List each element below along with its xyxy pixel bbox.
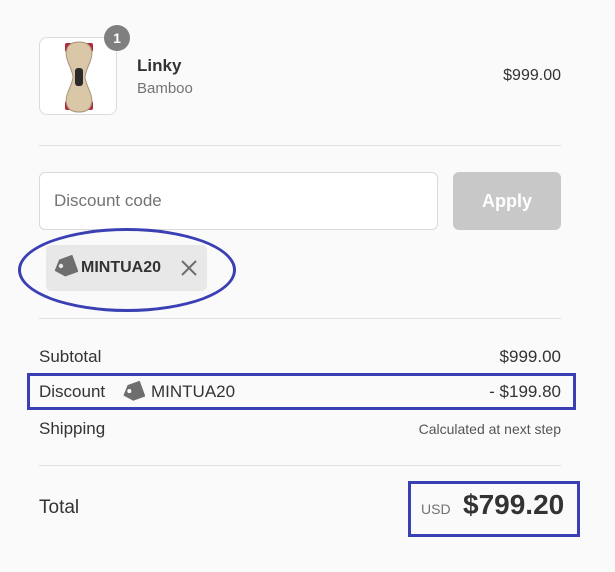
total-label: Total: [39, 497, 80, 518]
apply-button[interactable]: Apply: [453, 172, 561, 230]
product-price: $999.00: [503, 67, 561, 84]
divider: [39, 318, 561, 319]
discount-amount: - $199.80: [489, 382, 561, 401]
shipping-value: Calculated at next step: [418, 421, 561, 437]
subtotal-value: $999.00: [499, 347, 561, 366]
subtotal-label: Subtotal: [39, 347, 102, 366]
divider: [39, 465, 561, 466]
applied-discount-chip: MINTUA20: [46, 245, 207, 291]
quantity-badge: 1: [104, 25, 130, 51]
product-variant: Bamboo: [137, 80, 193, 97]
total-amount: $799.20: [463, 489, 565, 520]
tag-icon: [52, 254, 79, 284]
divider: [39, 145, 561, 146]
product-name: Linky: [137, 56, 182, 75]
skateboard-image: [65, 41, 93, 113]
currency-code: USD: [421, 501, 451, 517]
discount-code-input[interactable]: [39, 172, 438, 230]
tag-icon: [121, 380, 146, 409]
applied-code-label: MINTUA20: [81, 259, 162, 276]
close-icon[interactable]: [179, 258, 199, 278]
product-thumbnail: [39, 37, 117, 115]
discount-label: Discount: [39, 382, 106, 401]
shipping-label: Shipping: [39, 419, 106, 438]
discount-code-name: MINTUA20: [151, 382, 236, 401]
